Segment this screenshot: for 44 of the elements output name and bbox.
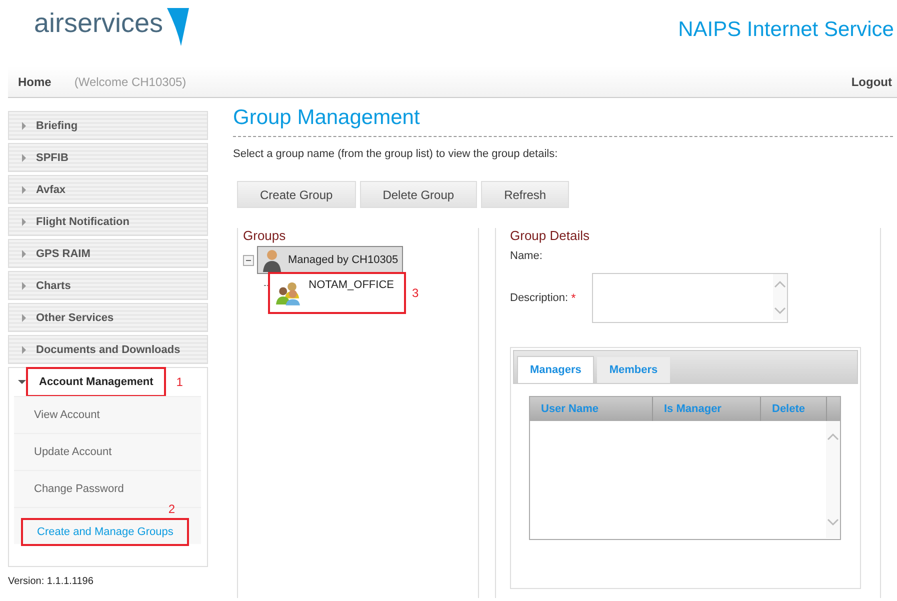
callout-number: 2 [168,502,175,516]
collapsed-arrow-icon [21,154,27,162]
sidebar-item[interactable]: Flight Notification [8,207,208,236]
collapsed-arrow-icon [21,250,27,258]
collapse-toggle[interactable] [243,254,254,266]
submenu-item[interactable]: View Account [14,409,120,421]
logout-link[interactable]: Logout [851,74,892,88]
scrollbar-arrows-icon [826,421,840,538]
callout-number: 3 [412,286,419,300]
sidebar-item[interactable]: SPFIB [8,143,208,172]
toolbar-button[interactable]: Create Group [237,181,356,208]
collapsed-arrow-icon [21,218,27,226]
name-label: Name: [510,250,544,262]
description-field[interactable] [592,273,788,323]
panel-heading: Groups [243,228,287,243]
service-title: NAIPS Internet Service [678,18,894,42]
sidebar-item[interactable]: Charts [8,271,208,300]
sidebar-item[interactable]: Other Services [8,303,208,332]
collapsed-arrow-icon [21,346,27,354]
required-mark: * [571,291,576,305]
page-title: Group Management [233,106,893,137]
sidebar-item[interactable]: Documents and Downloads [8,335,208,364]
home-link[interactable]: Home [18,74,52,88]
collapsed-arrow-icon [21,186,27,194]
welcome-text: (Welcome CH10305) [74,74,186,88]
collapsed-arrow-icon [21,122,27,130]
collapsed-arrow-icon [21,314,27,322]
sidebar-item[interactable]: GPS RAIM [8,239,208,268]
tree-group-node[interactable]: NOTAM_OFFICE [270,274,404,312]
tab[interactable]: Managers [517,356,594,383]
toolbar-button[interactable]: Refresh [481,181,570,208]
user-icon [262,248,282,272]
tree-root-node[interactable]: Managed by CH10305 [257,246,404,274]
instruction-text: Select a group name (from the group list) to view the group details: [233,148,559,160]
version-text: Version: 1.1.1.1196 [8,576,94,587]
scrollbar-arrows-icon [772,274,787,320]
sidebar-item[interactable]: Briefing [8,111,208,140]
sidebar-item[interactable]: Avfax [8,175,208,204]
callout-number: 1 [176,375,183,389]
airservices-logo: airservices [34,7,190,46]
description-label: Description: [510,292,568,304]
collapsed-arrow-icon [21,282,27,290]
panel-heading: Group Details [510,228,590,243]
toolbar-button[interactable]: Delete Group [360,181,478,208]
